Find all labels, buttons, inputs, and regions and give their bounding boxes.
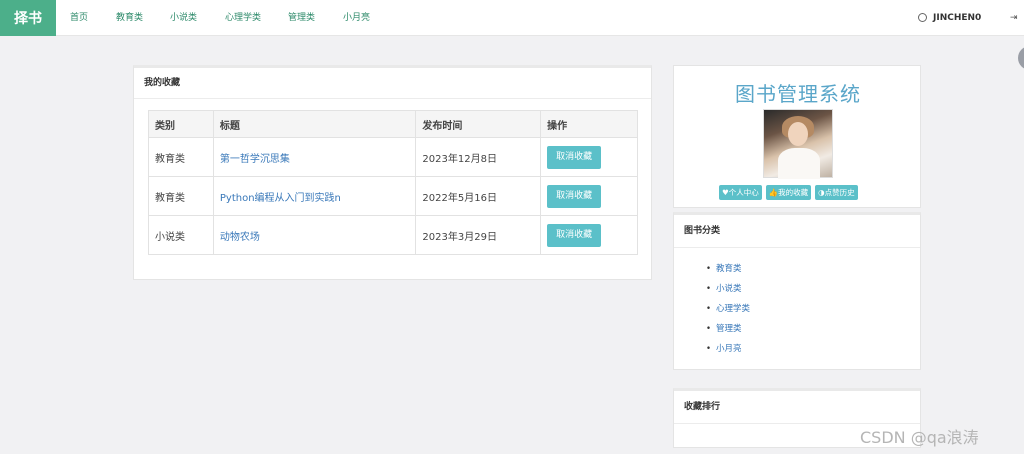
nav-management[interactable]: 管理类 xyxy=(288,0,315,36)
avatar-face xyxy=(788,122,808,146)
category-item-novel[interactable]: 小说类 xyxy=(706,279,750,299)
table-row: 小说类 动物农场 2023年3月29日 取消收藏 xyxy=(148,215,638,255)
nav-home[interactable]: 首页 xyxy=(70,0,88,36)
watermark: CSDN @qa浪涛 xyxy=(860,428,979,447)
row-title-link[interactable]: Python编程从入门到实践n xyxy=(220,193,341,204)
personal-center-button[interactable]: ♥个人中心 xyxy=(719,185,762,200)
table-row: 教育类 Python编程从入门到实践n 2022年5月16日 取消收藏 xyxy=(148,176,638,216)
table-row: 教育类 第一哲学沉思集 2023年12月8日 取消收藏 xyxy=(148,137,638,177)
floating-circle-icon[interactable] xyxy=(1018,46,1024,70)
ranking-heading: 收藏排行 xyxy=(674,391,920,424)
logout-icon[interactable]: ⇥ xyxy=(1010,0,1018,36)
category-item-management[interactable]: 管理类 xyxy=(706,319,750,339)
category-item-xiaoyueliang[interactable]: 小月亮 xyxy=(706,339,750,359)
cancel-favorite-button[interactable]: 取消收藏 xyxy=(547,223,602,247)
categories-panel: 图书分类 教育类 小说类 心理学类 管理类 小月亮 xyxy=(673,212,921,370)
col-action: 操作 xyxy=(540,110,638,138)
row-date: 2023年12月8日 xyxy=(415,137,542,177)
table-header-row: 类别 标题 发布时间 操作 xyxy=(148,110,638,138)
row-title-link[interactable]: 动物农场 xyxy=(220,232,260,243)
user-icon xyxy=(918,13,927,22)
favorites-panel: 我的收藏 类别 标题 发布时间 操作 教育类 第一哲学沉思集 2023年12月8… xyxy=(133,65,652,280)
profile-panel: 图书管理系统 ♥个人中心 👍我的收藏 ◑点赞历史 xyxy=(673,65,921,208)
categories-heading: 图书分类 xyxy=(674,215,920,248)
my-favorites-button[interactable]: 👍我的收藏 xyxy=(765,185,812,200)
brand-logo[interactable]: 择书 xyxy=(0,0,56,36)
nav-education[interactable]: 教育类 xyxy=(116,0,143,36)
row-title-link[interactable]: 第一哲学沉思集 xyxy=(220,154,290,165)
cancel-favorite-button[interactable]: 取消收藏 xyxy=(547,184,602,208)
system-title: 图书管理系统 xyxy=(735,82,861,106)
nav-psychology[interactable]: 心理学类 xyxy=(225,0,261,36)
col-date: 发布时间 xyxy=(415,110,542,138)
favorites-heading: 我的收藏 xyxy=(134,68,651,99)
like-history-button[interactable]: ◑点赞历史 xyxy=(815,185,858,200)
row-category: 教育类 xyxy=(148,176,214,216)
row-category: 教育类 xyxy=(148,137,214,177)
user-menu[interactable]: JINCHEN0 xyxy=(918,0,981,36)
cancel-favorite-button[interactable]: 取消收藏 xyxy=(547,145,602,169)
username: JINCHEN0 xyxy=(933,13,982,23)
col-title: 标题 xyxy=(212,110,417,138)
col-category: 类别 xyxy=(148,110,214,138)
category-list: 教育类 小说类 心理学类 管理类 小月亮 xyxy=(706,259,750,359)
row-date: 2023年3月29日 xyxy=(415,215,542,255)
nav-xiaoyueliang[interactable]: 小月亮 xyxy=(343,0,370,36)
favorites-table: 类别 标题 发布时间 操作 教育类 第一哲学沉思集 2023年12月8日 取消收… xyxy=(148,110,638,255)
avatar-body xyxy=(778,148,820,179)
category-item-education[interactable]: 教育类 xyxy=(706,259,750,279)
top-navbar: 择书 首页 教育类 小说类 心理学类 管理类 小月亮 JINCHEN0 ⇥ xyxy=(0,0,1024,36)
avatar[interactable] xyxy=(763,109,833,179)
row-date: 2022年5月16日 xyxy=(415,176,542,216)
category-item-psychology[interactable]: 心理学类 xyxy=(706,299,750,319)
nav-novel[interactable]: 小说类 xyxy=(170,0,197,36)
row-category: 小说类 xyxy=(148,215,214,255)
profile-buttons: ♥个人中心 👍我的收藏 ◑点赞历史 xyxy=(719,185,879,200)
